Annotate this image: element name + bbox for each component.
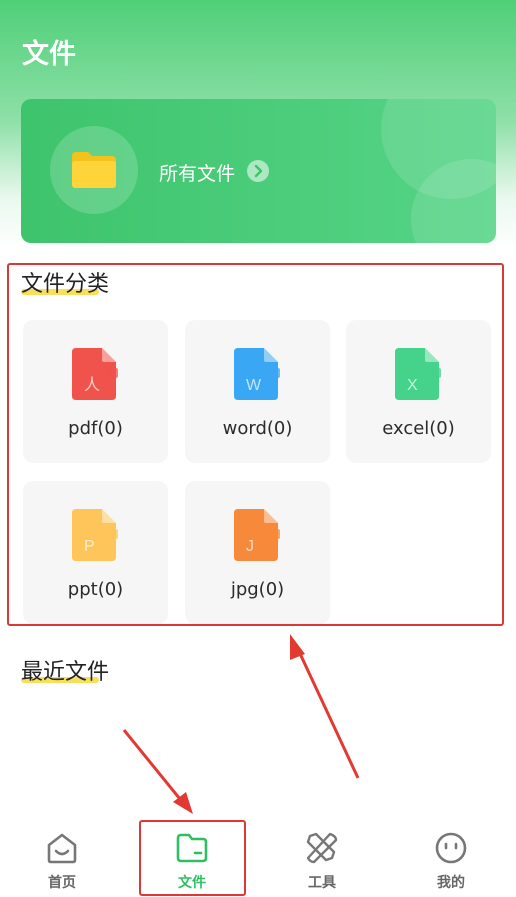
category-label: jpg(0)	[230, 579, 285, 600]
category-tile-jpg[interactable]: Jjpg(0)	[185, 481, 330, 624]
nav-item-mine[interactable]: 我的	[403, 822, 499, 897]
category-section-title: 文件分类	[21, 272, 110, 297]
folder-icon	[176, 833, 208, 863]
file-type-glyph: J	[246, 538, 254, 555]
nav-label: 工具	[308, 875, 336, 891]
all-files-label: 所有文件	[159, 163, 236, 185]
home-icon	[47, 833, 77, 864]
file-type-glyph: 人	[84, 376, 100, 394]
category-tile-ppt[interactable]: Pppt(0)	[23, 481, 168, 624]
ppt-file-icon: P	[72, 509, 118, 561]
folder-icon-circle	[50, 126, 138, 214]
profile-icon	[435, 832, 467, 864]
nav-label: 我的	[437, 875, 465, 891]
category-label: excel(0)	[382, 418, 455, 439]
arrow-head	[173, 792, 193, 814]
tools-icon	[306, 832, 338, 864]
category-label: ppt(0)	[67, 579, 124, 600]
page-title: 文件	[22, 39, 76, 70]
chevron-right-icon	[247, 160, 269, 182]
category-tile-excel[interactable]: Xexcel(0)	[346, 320, 491, 463]
nav-item-tools[interactable]: 工具	[274, 822, 370, 897]
nav-label: 文件	[178, 875, 206, 891]
jpg-file-icon: J	[234, 509, 280, 561]
category-tile-pdf[interactable]: 人 pdf(0)	[23, 320, 168, 463]
excel-file-icon: X	[395, 348, 441, 400]
nav-item-home[interactable]: 首页	[14, 822, 110, 897]
file-type-glyph: X	[407, 377, 418, 394]
all-files-card[interactable]: 所有文件	[21, 99, 496, 243]
arrow-head	[290, 634, 305, 660]
nav-item-files[interactable]: 文件	[144, 822, 240, 897]
category-tile-word[interactable]: Wword(0)	[185, 320, 330, 463]
nav-label: 首页	[48, 875, 76, 891]
pdf-file-icon: 人	[72, 348, 118, 400]
file-type-glyph: W	[246, 377, 262, 394]
category-label: word(0)	[222, 418, 293, 439]
recent-section-title: 最近文件	[21, 660, 110, 685]
bottom-nav: 首页 文件 工具 我的	[0, 822, 516, 897]
word-file-icon: W	[234, 348, 280, 400]
folder-icon	[72, 152, 116, 188]
file-type-glyph: P	[84, 538, 95, 555]
category-label: pdf(0)	[68, 418, 123, 439]
